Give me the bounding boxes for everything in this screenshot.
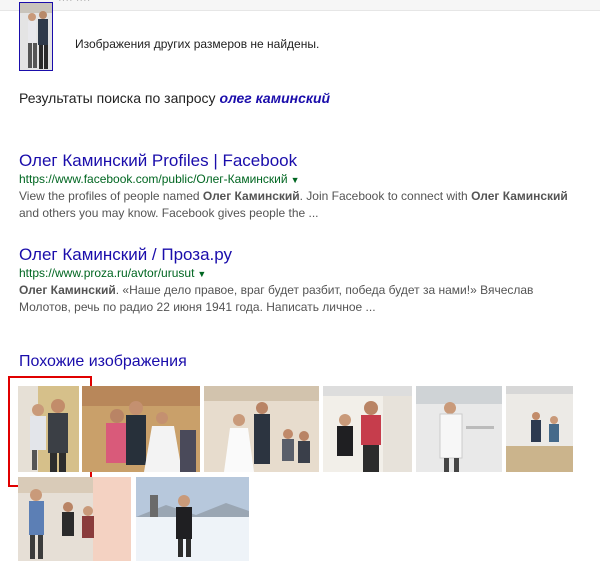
snippet-text: . Join Facebook to connect with	[299, 189, 472, 203]
search-query-link[interactable]: олег каминский	[219, 90, 330, 106]
result-url: https://www.proza.ru/avtor/urusut ▼	[19, 265, 584, 282]
search-result-2: Олег Каминский / Проза.ру https://www.pr…	[19, 245, 584, 316]
result-title-link[interactable]: Олег Каминский / Проза.ру	[19, 245, 584, 265]
similar-image-4[interactable]	[323, 386, 412, 472]
similar-images-heading[interactable]: Похожие изображения	[19, 353, 187, 371]
result-snippet: View the profiles of people named Олег К…	[19, 188, 584, 222]
snippet-bold: Олег Каминский	[202, 189, 300, 203]
similar-image-2[interactable]	[82, 386, 200, 472]
snippet-bold: Олег Каминский	[471, 189, 568, 203]
result-snippet: Олег Каминский. «Наше дело правое, враг …	[19, 282, 584, 316]
result-url-text: https://www.facebook.com/public/Олег-Кам…	[19, 172, 288, 186]
snippet-text: View the profiles of people named	[19, 189, 203, 203]
result-url-text: https://www.proza.ru/avtor/urusut	[19, 266, 195, 280]
top-toolbar-edge: ···· ····	[0, 0, 600, 11]
similar-image-3[interactable]	[204, 386, 319, 472]
query-image-thumbnail[interactable]	[19, 2, 53, 71]
similar-image-7[interactable]	[18, 477, 131, 561]
similar-image-8[interactable]	[136, 477, 249, 561]
result-url: https://www.facebook.com/public/Олег-Кам…	[19, 171, 584, 188]
result-title-link[interactable]: Олег Каминский Profiles | Facebook	[19, 151, 584, 171]
snippet-text: and others you may know. Facebook gives …	[19, 206, 319, 220]
similar-image-5[interactable]	[416, 386, 502, 472]
no-other-sizes-text: Изображения других размеров не найдены.	[75, 37, 320, 51]
search-result-1: Олег Каминский Profiles | Facebook https…	[19, 151, 584, 222]
search-results-for: Результаты поиска по запросу олег каминс…	[19, 90, 330, 106]
search-results-prefix: Результаты поиска по запросу	[19, 90, 216, 106]
similar-image-6[interactable]	[506, 386, 573, 472]
cut-text: ···· ····	[58, 0, 91, 6]
url-dropdown-caret-icon[interactable]: ▼	[291, 175, 300, 185]
snippet-bold: Олег Каминский	[19, 283, 116, 297]
highlight-box	[8, 376, 92, 487]
url-dropdown-caret-icon[interactable]: ▼	[197, 269, 206, 279]
